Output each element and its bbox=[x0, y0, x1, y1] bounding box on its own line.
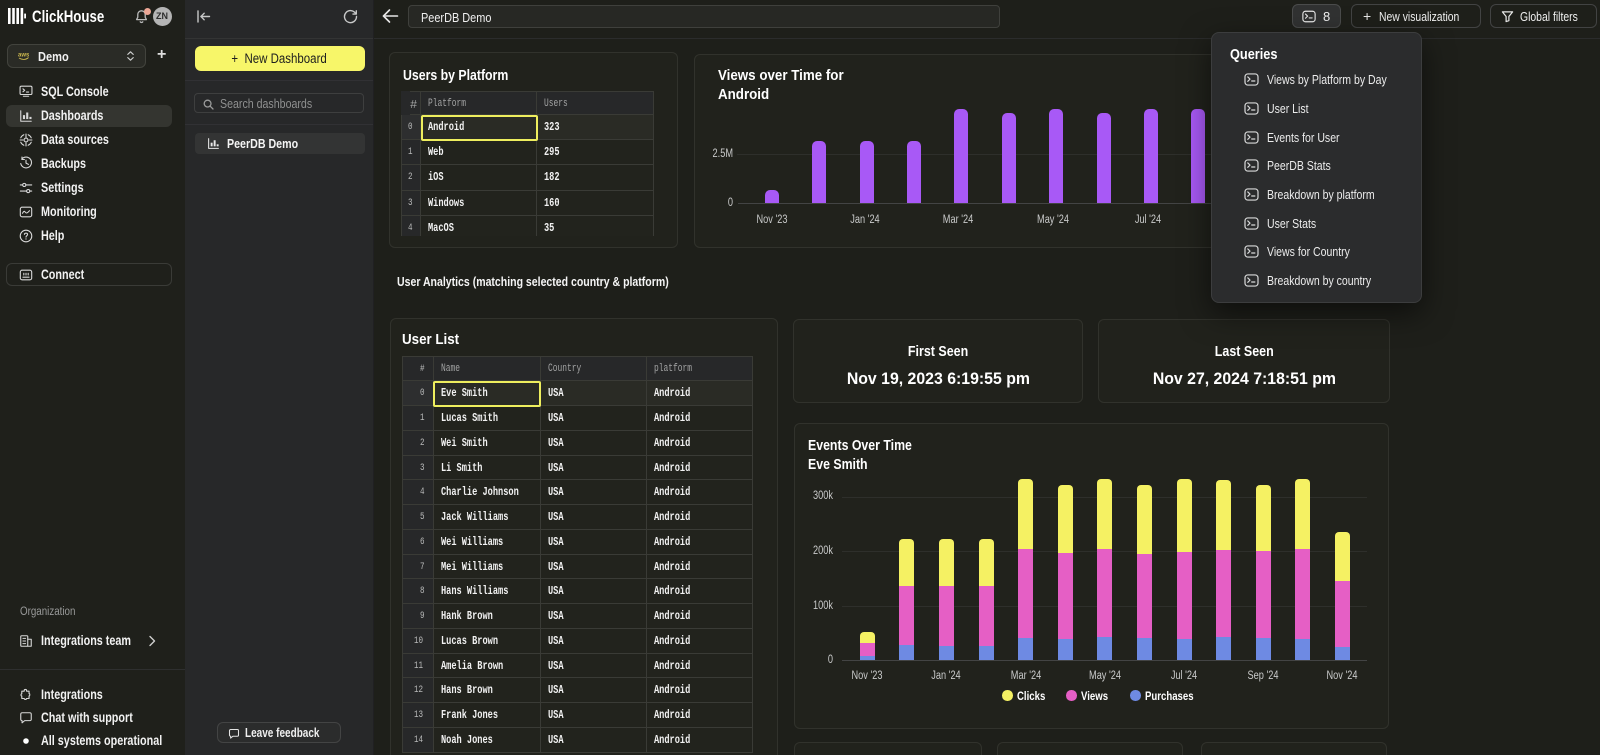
svg-text:aws: aws bbox=[18, 53, 29, 59]
